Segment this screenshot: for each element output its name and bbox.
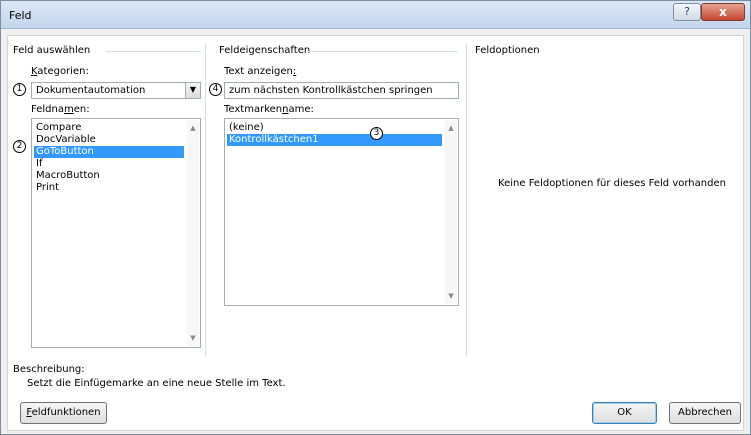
close-icon: x [719, 5, 727, 19]
text-anzeigen-label: Text anzeigen: [224, 66, 297, 77]
dialog-body: Feld auswählen Kategorien: 1 Dokumentaut… [7, 35, 744, 431]
chevron-down-icon[interactable]: ▼ [185, 83, 200, 98]
marker-1: 1 [13, 83, 26, 96]
feldnamen-list[interactable]: Compare DocVariable GoToButton If MacroB… [31, 118, 201, 348]
field-dialog: Feld ? x Feld auswählen Kategorien: 1 Do… [0, 0, 751, 435]
list-item-gotobutton[interactable]: GoToButton [34, 146, 184, 158]
textmarkenname-label: Textmarkenname: [224, 104, 314, 115]
feldeigenschaften-title: Feldeigenschaften [219, 45, 311, 56]
cancel-button[interactable]: Abbrechen [669, 402, 741, 424]
ok-button[interactable]: OK [592, 402, 657, 424]
section-divider [308, 51, 458, 52]
scroll-up-icon[interactable]: ▲ [445, 124, 457, 132]
list-item-compare[interactable]: Compare [34, 122, 184, 134]
list-item-keine[interactable]: (keine) [227, 122, 442, 134]
text-anzeigen-input[interactable]: zum nächsten Kontrollkästchen springen [224, 82, 459, 99]
beschreibung-label: Beschreibung: [13, 364, 85, 375]
kategorien-value: Dokumentautomation [36, 85, 146, 96]
list-item-print[interactable]: Print [34, 182, 184, 194]
title-bar: Feld ? x [1, 1, 750, 29]
feldoptionen-title: Feldoptionen [475, 45, 540, 56]
dialog-title: Feld [9, 9, 32, 22]
help-button[interactable]: ? [673, 3, 701, 21]
marker-3: 3 [370, 127, 383, 140]
scroll-down-icon[interactable]: ▼ [187, 334, 199, 342]
scroll-down-icon[interactable]: ▼ [445, 292, 457, 300]
section-divider [106, 51, 201, 52]
textmarkenname-list[interactable]: (keine) Kontrollkästchen1 ▲ ▼ [224, 118, 459, 306]
kategorien-dropdown[interactable]: Dokumentautomation ▼ [31, 82, 201, 99]
list-item-if[interactable]: If [34, 158, 184, 170]
feldfunktionen-button[interactable]: Feldfunktionen [20, 402, 107, 424]
scroll-up-icon[interactable]: ▲ [187, 124, 199, 132]
feldnamen-scrollbar[interactable]: ▲ ▼ [187, 120, 199, 346]
marker-2: 2 [13, 140, 26, 153]
feld-auswaehlen-title: Feld auswählen [13, 45, 91, 56]
textmarkenname-scrollbar[interactable]: ▲ ▼ [445, 120, 457, 304]
feldnamen-label: Feldnamen: [31, 104, 90, 115]
question-icon: ? [684, 5, 690, 18]
list-item-docvariable[interactable]: DocVariable [34, 134, 184, 146]
list-item-macrobutton[interactable]: MacroButton [34, 170, 184, 182]
vertical-divider [466, 44, 467, 356]
kategorien-label: Kategorien: [31, 66, 89, 77]
beschreibung-text: Setzt die Einfügemarke an eine neue Stel… [27, 378, 286, 389]
close-button[interactable]: x [701, 3, 745, 21]
vertical-divider [205, 44, 206, 356]
text-anzeigen-value: zum nächsten Kontrollkästchen springen [229, 85, 433, 96]
list-item-kontrollkaestchen1[interactable]: Kontrollkästchen1 [227, 134, 442, 146]
feldoptionen-message: Keine Feldoptionen für dieses Feld vorha… [498, 178, 726, 189]
marker-4: 4 [209, 83, 222, 96]
